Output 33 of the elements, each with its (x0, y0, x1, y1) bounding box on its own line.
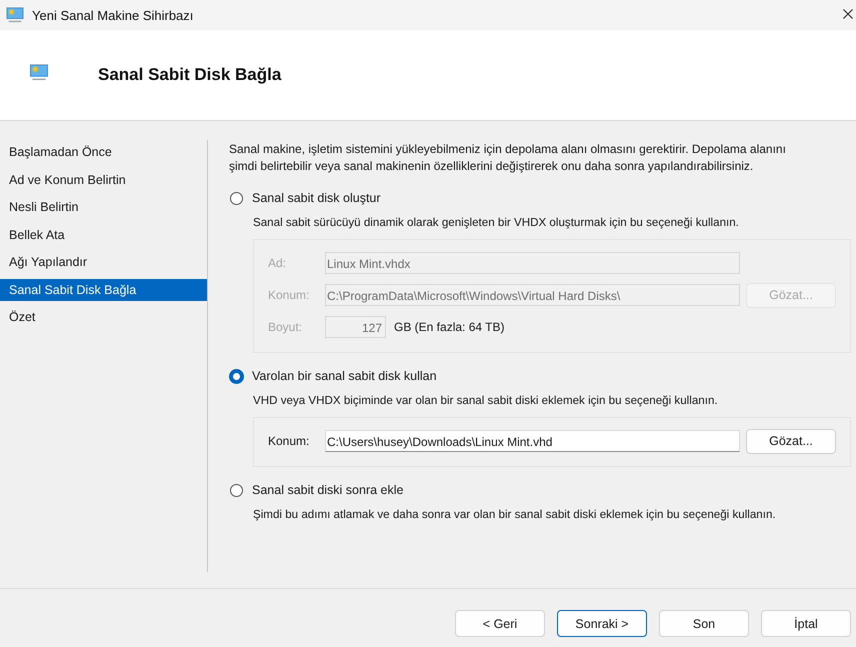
radio-label[interactable]: Varolan bir sanal sabit disk kullan (252, 369, 437, 383)
monitor-icon (6, 7, 24, 23)
sidebar-item[interactable]: Sanal Sabit Disk Bağla (0, 278, 207, 300)
option-description: Şimdi bu adımı atlamak ve daha sonra var olan bir sanal sabit diski eklemek için bu seçeneği kullanın. (253, 507, 777, 523)
window-title: Yeni Sanal Makine Sihirbazı (32, 8, 194, 22)
field-label: Boyut: (267, 320, 304, 334)
sidebar-item[interactable]: Ağı Yapılandır (0, 251, 207, 273)
radio-button[interactable] (229, 368, 244, 384)
field-label: Konum: (267, 288, 310, 302)
radio-button[interactable] (230, 192, 243, 204)
path-field[interactable]: C:\Users\husey\Downloads\Linux Mint.vhd (325, 430, 740, 452)
radio-label[interactable]: Sanal sabit diski sonra ekle (252, 483, 404, 497)
option-description: Sanal sabit sürücüyü dinamik olarak genişleten bir VHDX oluşturmak için bu seçeneği kullanın. (253, 215, 740, 231)
monitor-icon (29, 64, 49, 80)
unit-text: GB (En fazla: 64 TB) (394, 320, 504, 334)
sidebar-item[interactable]: Özet (0, 306, 207, 328)
field-label: Ad: (267, 256, 288, 270)
browse-button[interactable]: Gözat... (746, 428, 836, 454)
sidebar-item[interactable]: Nesli Belirtin (0, 196, 207, 218)
radio-label[interactable]: Sanal sabit disk oluştur (252, 191, 381, 205)
wizard-button[interactable]: İptal (761, 610, 851, 637)
sidebar-item[interactable]: Başlamadan Önce (0, 141, 207, 163)
sidebar-item[interactable]: Bellek Ata (0, 224, 207, 246)
wizard-button[interactable]: Son (659, 610, 749, 637)
wizard-button[interactable]: < Geri (455, 610, 545, 637)
page-heading: Sanal Sabit Disk Bağla (98, 65, 282, 85)
sidebar-item[interactable]: Ad ve Konum Belirtin (0, 168, 207, 190)
field-label: Konum: (267, 434, 310, 448)
close-icon[interactable] (843, 9, 853, 19)
radio-button[interactable] (230, 484, 243, 496)
option-description: VHD veya VHDX biçiminde var olan bir sanal sabit diski eklemek için bu seçeneği kullanın. (253, 393, 719, 409)
intro-text: Sanal makine, işletim sistemini yükleyebilmeniz için depolama alanı olmasını gerektirir. Depolama alanını şimdi belirtebilir veya sanal makinenin özelliklerini değiştirerek onu daha sonra yapılandırabilirsiniz. (229, 141, 787, 175)
wizard-button[interactable]: Sonraki > (557, 610, 647, 637)
